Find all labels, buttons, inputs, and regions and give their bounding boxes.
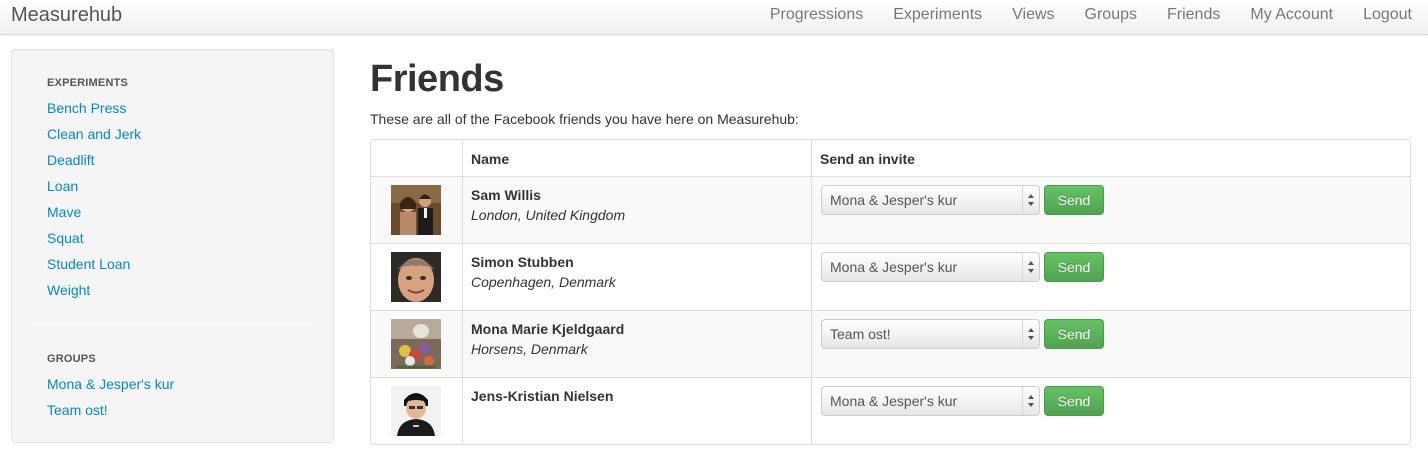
group-select[interactable]: Team ost! — [821, 319, 1040, 349]
group-select-value: Team ost! — [830, 326, 891, 342]
sidebar-item-loan[interactable]: Loan — [47, 178, 78, 194]
sidebar-item-deadlift[interactable]: Deadlift — [47, 152, 94, 168]
friend-avatar — [391, 386, 441, 436]
select-arrows-icon — [1028, 395, 1034, 407]
group-select-value: Mona & Jesper's kur — [830, 259, 958, 275]
group-select-value: Mona & Jesper's kur — [830, 192, 958, 208]
groups-header: GROUPS — [47, 353, 96, 365]
friend-location: Copenhagen, Denmark — [471, 274, 616, 290]
column-header-invite: Send an invite — [820, 151, 915, 167]
nav-logout[interactable]: Logout — [1348, 0, 1428, 35]
sidebar-item-group-mona-jesper[interactable]: Mona & Jesper's kur — [47, 376, 174, 392]
select-arrows-icon — [1028, 194, 1034, 206]
select-divider — [1022, 320, 1023, 348]
send-invite-button[interactable]: Send — [1044, 185, 1104, 215]
sidebar-item-group-team-ost[interactable]: Team ost! — [47, 402, 108, 418]
column-header-name: Name — [471, 151, 510, 167]
friends-table: Name Send an invite Sam Willis London, U… — [370, 139, 1411, 445]
sidebar-item-bench-press[interactable]: Bench Press — [47, 100, 126, 116]
select-divider — [1022, 253, 1023, 281]
send-invite-button[interactable]: Send — [1044, 252, 1104, 282]
group-select[interactable]: Mona & Jesper's kur — [821, 185, 1040, 215]
friend-name: Simon Stubben — [471, 254, 574, 270]
nav-progressions[interactable]: Progressions — [755, 0, 878, 35]
friend-avatar — [391, 319, 441, 369]
select-arrows-icon — [1028, 328, 1034, 340]
nav-my-account[interactable]: My Account — [1235, 0, 1348, 35]
intro-text: These are all of the Facebook friends yo… — [370, 111, 799, 127]
sidebar-item-weight[interactable]: Weight — [47, 282, 90, 298]
sidebar-item-student-loan[interactable]: Student Loan — [47, 256, 130, 272]
page-title: Friends — [370, 58, 504, 100]
table-row: Jens-Kristian Nielsen Mona & Jesper's ku… — [371, 378, 1410, 444]
table-row: Sam Willis London, United Kingdom Mona &… — [371, 177, 1410, 244]
select-divider — [1022, 186, 1023, 214]
friend-avatar — [391, 252, 441, 302]
friend-name: Sam Willis — [471, 187, 541, 203]
table-row: Simon Stubben Copenhagen, Denmark Mona &… — [371, 244, 1410, 311]
send-invite-button[interactable]: Send — [1044, 319, 1104, 349]
group-select-value: Mona & Jesper's kur — [830, 393, 958, 409]
select-arrows-icon — [1028, 261, 1034, 273]
sidebar: EXPERIMENTS Bench Press Clean and Jerk D… — [11, 49, 334, 443]
sidebar-item-squat[interactable]: Squat — [47, 230, 84, 246]
nav-groups[interactable]: Groups — [1070, 0, 1152, 35]
table-row: Mona Marie Kjeldgaard Horsens, Denmark T… — [371, 311, 1410, 378]
nav-friends[interactable]: Friends — [1152, 0, 1235, 35]
column-divider — [811, 140, 812, 444]
nav-experiments[interactable]: Experiments — [878, 0, 997, 35]
friend-name: Mona Marie Kjeldgaard — [471, 321, 625, 337]
group-select[interactable]: Mona & Jesper's kur — [821, 386, 1040, 416]
nav-views[interactable]: Views — [997, 0, 1069, 35]
friend-name: Jens-Kristian Nielsen — [471, 388, 614, 404]
column-divider — [462, 140, 463, 444]
sidebar-item-mave[interactable]: Mave — [47, 204, 81, 220]
top-navbar: Measurehub Progressions Experiments View… — [0, 0, 1428, 35]
brand-logo-link[interactable]: Measurehub — [11, 4, 122, 27]
send-invite-button[interactable]: Send — [1044, 386, 1104, 416]
sidebar-divider — [32, 324, 313, 325]
friend-location: Horsens, Denmark — [471, 341, 588, 357]
friend-location: London, United Kingdom — [471, 207, 626, 223]
friend-avatar — [391, 185, 441, 235]
experiments-header: EXPERIMENTS — [47, 77, 129, 89]
select-divider — [1022, 387, 1023, 415]
sidebar-item-clean-and-jerk[interactable]: Clean and Jerk — [47, 126, 141, 142]
table-header: Name Send an invite — [371, 140, 1410, 177]
group-select[interactable]: Mona & Jesper's kur — [821, 252, 1040, 282]
main-nav: Progressions Experiments Views Groups Fr… — [755, 0, 1428, 35]
